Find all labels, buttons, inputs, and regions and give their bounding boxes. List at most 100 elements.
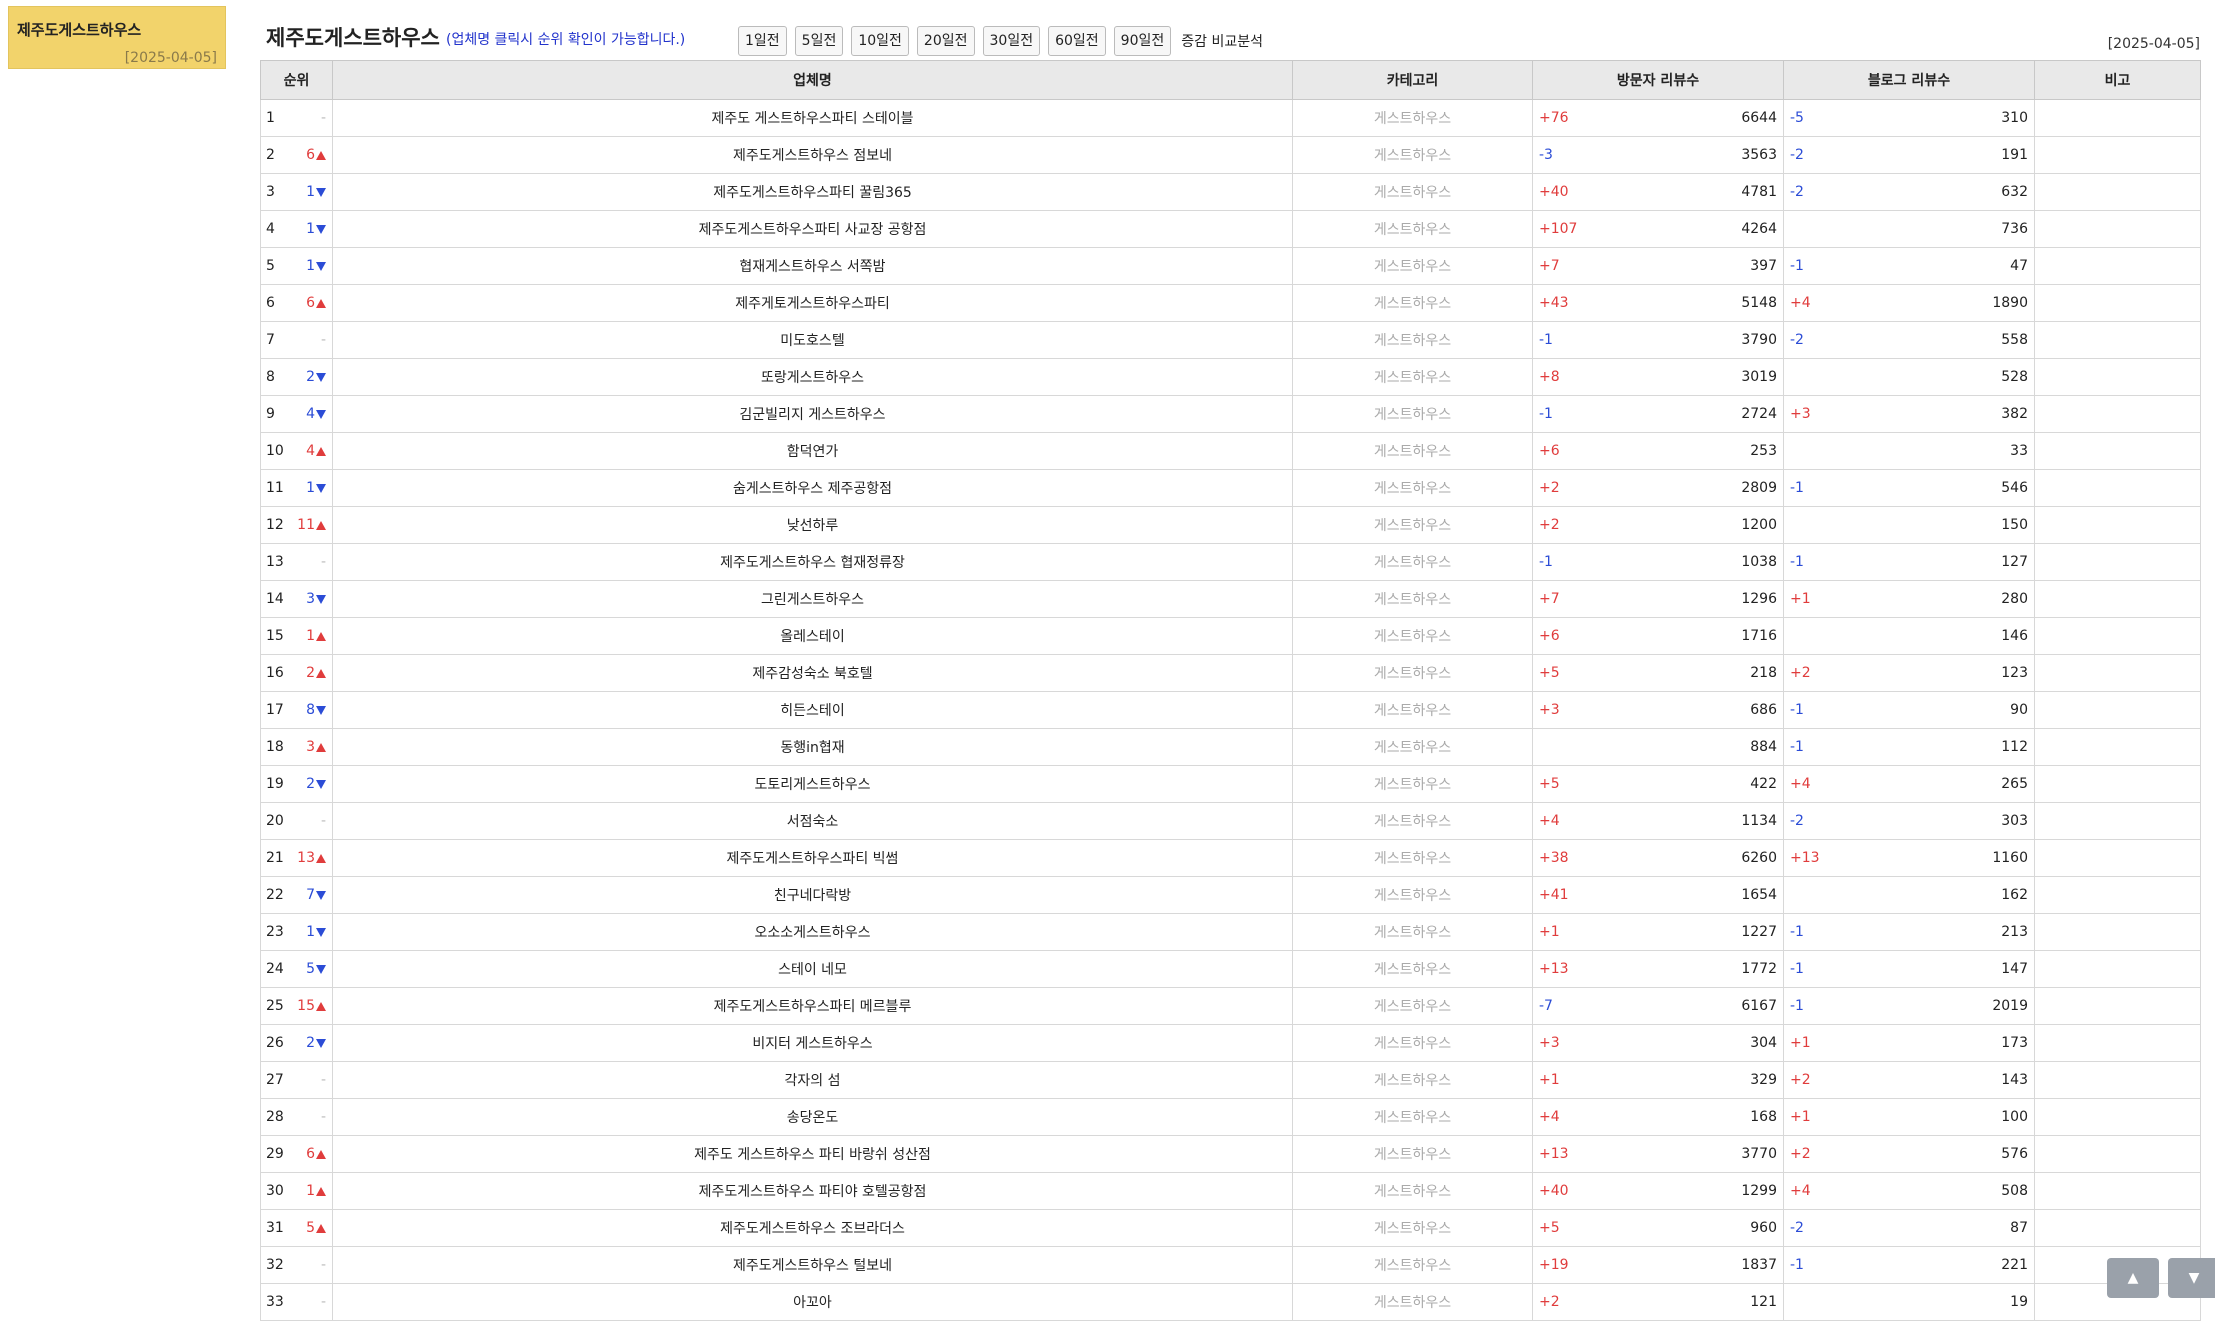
rank-cell: 15 1 [260, 617, 333, 655]
blog-review-delta: -1 [1790, 1257, 1804, 1273]
blog-review-delta: -1 [1790, 924, 1804, 940]
visitor-reviews-cell: +5 218 [1532, 654, 1784, 692]
business-name[interactable]: 그린게스트하우스 [332, 580, 1293, 618]
business-name[interactable]: 제주도게스트하우스파티 빅썸 [332, 839, 1293, 877]
visitor-reviews-cell: +6 253 [1532, 432, 1784, 470]
category-cell: 게스트하우스 [1292, 580, 1533, 618]
blog-reviews-cell: +3 382 [1783, 395, 2035, 433]
visitor-review-total: 1038 [1741, 554, 1777, 570]
rank-change-value: 1 [306, 480, 315, 496]
visitor-review-total: 168 [1750, 1109, 1777, 1125]
category-cell: 게스트하우스 [1292, 1098, 1533, 1136]
blog-reviews-cell: -1 112 [1783, 728, 2035, 766]
table-row: 14 3 그린게스트하우스 게스트하우스 +7 1296 +1 280 [260, 580, 2201, 618]
table-row: 21 13 제주도게스트하우스파티 빅썸 게스트하우스 +38 6260 +13 1160 [260, 839, 2201, 877]
rank-down-icon [316, 780, 326, 789]
visitor-review-total: 304 [1750, 1035, 1777, 1051]
rank-cell: 33 - [260, 1283, 333, 1321]
rank-cell: 17 8 [260, 691, 333, 729]
business-name[interactable]: 오소소게스트하우스 [332, 913, 1293, 951]
period-button-1day[interactable]: 1일전 [738, 26, 787, 56]
business-name[interactable]: 비지터 게스트하우스 [332, 1024, 1293, 1062]
period-button-10day[interactable]: 10일전 [851, 26, 909, 56]
business-name[interactable]: 숨게스트하우스 제주공항점 [332, 469, 1293, 507]
rank-change: 6 [306, 295, 326, 311]
rank-change-value: 2 [306, 776, 315, 792]
blog-reviews-cell: +1 100 [1783, 1098, 2035, 1136]
category-cell: 게스트하우스 [1292, 950, 1533, 988]
rank-cell: 51 [260, 247, 333, 285]
period-button-60day[interactable]: 60일전 [1048, 26, 1106, 56]
business-name[interactable]: 아꼬아 [332, 1283, 1293, 1321]
blog-review-total: 632 [2001, 184, 2028, 200]
business-name[interactable]: 제주도 게스트하우스파티 스테이블 [332, 99, 1293, 137]
table-row: 11 1 숨게스트하우스 제주공항점 게스트하우스 +2 2809 -1 546 [260, 469, 2201, 507]
category-cell: 게스트하우스 [1292, 99, 1533, 137]
business-name[interactable]: 또랑게스트하우스 [332, 358, 1293, 396]
business-name[interactable]: 제주도게스트하우스파티 꿀림365 [332, 173, 1293, 211]
business-name[interactable]: 함덕연가 [332, 432, 1293, 470]
blog-review-delta: +3 [1790, 406, 1811, 422]
business-name[interactable]: 각자의 섬 [332, 1061, 1293, 1099]
rank-cell: 12 11 [260, 506, 333, 544]
business-name[interactable]: 제주도게스트하우스 파티야 호텔공항점 [332, 1172, 1293, 1210]
rank-up-icon [316, 743, 326, 752]
period-button-90day[interactable]: 90일전 [1113, 26, 1172, 56]
blog-reviews-cell: -2 303 [1783, 802, 2035, 840]
note-cell [2034, 876, 2201, 914]
blog-review-total: 147 [2001, 961, 2028, 977]
blog-review-delta: +4 [1790, 776, 1811, 792]
rank-up-icon [316, 669, 326, 678]
keyword-card[interactable]: 제주도게스트하우스 [2025-04-05] [8, 6, 226, 69]
business-name[interactable]: 김군빌리지 게스트하우스 [332, 395, 1293, 433]
table-row: 15 1 올레스테이 게스트하우스 +6 1716 146 [260, 617, 2201, 655]
business-name[interactable]: 히든스테이 [332, 691, 1293, 729]
business-name[interactable]: 제주감성숙소 북호텔 [332, 654, 1293, 692]
business-name[interactable]: 제주도게스트하우스 협재정류장 [332, 543, 1293, 581]
rank-down-icon [316, 595, 326, 604]
business-name[interactable]: 동행in협재 [332, 728, 1293, 766]
note-cell [2034, 432, 2201, 470]
business-name[interactable]: 협재게스트하우스 서쪽밤 [332, 247, 1293, 285]
category-cell: 게스트하우스 [1292, 802, 1533, 840]
business-name[interactable]: 제주도게스트하우스 털보네 [332, 1246, 1293, 1284]
visitor-reviews-cell: +5 960 [1532, 1209, 1784, 1247]
business-name[interactable]: 제주도 게스트하우스 파티 바랑쉬 성산점 [332, 1135, 1293, 1173]
business-name[interactable]: 제주도게스트하우스 점보네 [332, 136, 1293, 174]
scroll-bottom-button[interactable]: ▼ [2168, 1258, 2215, 1298]
period-button-5day[interactable]: 5일전 [794, 26, 844, 56]
category-cell: 게스트하우스 [1292, 395, 1533, 433]
header-category: 카테고리 [1292, 60, 1533, 100]
blog-reviews-cell: -2 87 [1783, 1209, 2035, 1247]
table-row: 26 2 비지터 게스트하우스 게스트하우스 +3 304 +1 173 [260, 1024, 2201, 1062]
note-cell [2034, 691, 2201, 729]
blog-review-delta: -1 [1790, 739, 1804, 755]
rank-cell: 13 - [260, 543, 333, 581]
business-name[interactable]: 도토리게스트하우스 [332, 765, 1293, 803]
rank-cell: 14 3 [260, 580, 333, 618]
business-name[interactable]: 제주도게스트하우스파티 메르블루 [332, 987, 1293, 1025]
period-button-20day[interactable]: 20일전 [916, 26, 975, 56]
compare-label: 증감 비교분석 [1181, 34, 1263, 50]
rank-number: 28 [266, 1109, 284, 1125]
rank-number: 16 [266, 665, 284, 681]
business-name[interactable]: 제주게토게스트하우스파티 [332, 284, 1293, 322]
business-name[interactable]: 올레스테이 [332, 617, 1293, 655]
business-name[interactable]: 서점숙소 [332, 802, 1293, 840]
business-name[interactable]: 낮선하루 [332, 506, 1293, 544]
business-name[interactable]: 스테이 네모 [332, 950, 1293, 988]
category-cell: 게스트하우스 [1292, 210, 1533, 248]
business-name[interactable]: 송당온도 [332, 1098, 1293, 1136]
rank-number: 29 [266, 1146, 284, 1162]
rank-change-value: 8 [306, 702, 315, 718]
blog-review-delta: +13 [1790, 850, 1820, 866]
scroll-top-button[interactable]: ▲ [2107, 1258, 2159, 1298]
business-name[interactable]: 제주도게스트하우스 조브라더스 [332, 1209, 1293, 1247]
blog-reviews-cell: -2 632 [1783, 173, 2035, 211]
period-button-30day[interactable]: 30일전 [982, 26, 1041, 56]
business-name[interactable]: 미도호스텔 [332, 321, 1293, 359]
business-name[interactable]: 친구네다락방 [332, 876, 1293, 914]
business-name[interactable]: 제주도게스트하우스파티 사교장 공항점 [332, 210, 1293, 248]
rank-change: 1 [306, 221, 326, 237]
rank-cell: 26 [260, 136, 333, 174]
